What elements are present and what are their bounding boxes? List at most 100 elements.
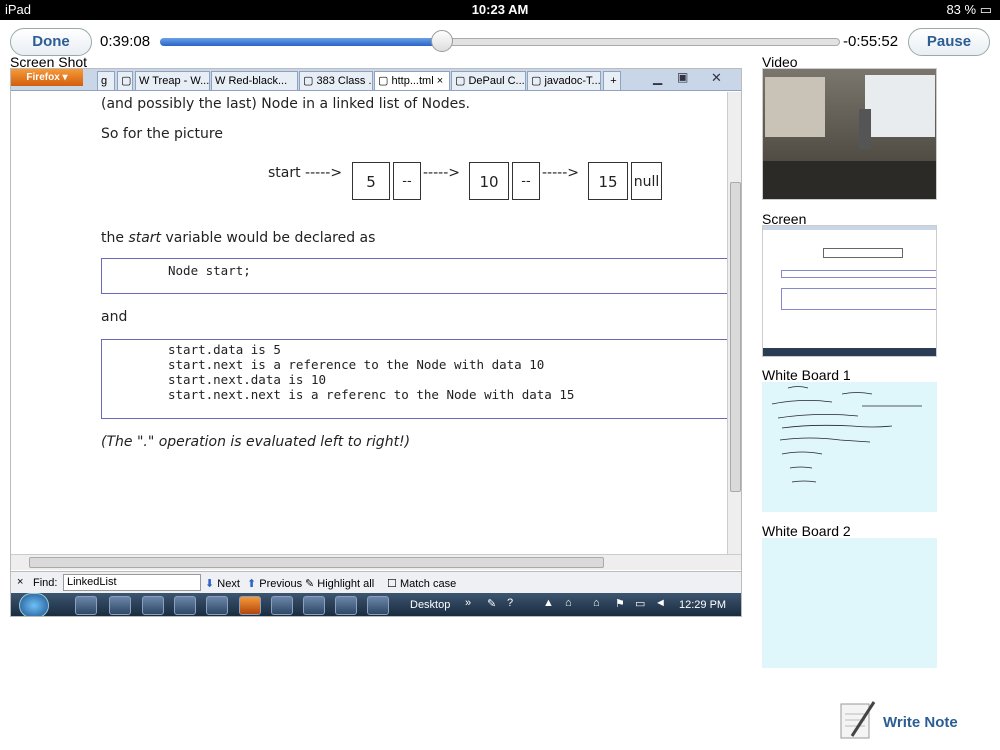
find-next-button[interactable]: ⬇ Next: [205, 577, 240, 590]
tray-icon[interactable]: ⌂: [593, 597, 600, 609]
close-tab-icon[interactable]: ×: [437, 75, 443, 87]
declared-post: variable would be declared as: [161, 230, 376, 246]
whiteboard-1-thumbnail[interactable]: [762, 382, 937, 512]
code-line: Node start;: [168, 263, 251, 278]
tray-icon[interactable]: ⌂: [565, 597, 572, 609]
progress-thumb[interactable]: [431, 30, 453, 52]
thumb-code-box: [781, 270, 936, 278]
status-bar: iPad 10:23 AM 83 % ▭: [0, 0, 1000, 20]
google-tab-icon[interactable]: g: [97, 71, 115, 90]
recorder-icon[interactable]: [271, 596, 293, 615]
desktop-toolbar-label[interactable]: Desktop: [410, 599, 450, 611]
tab-label: Treap - W...: [152, 75, 210, 87]
folder-icon[interactable]: [174, 596, 196, 615]
find-next-label: Next: [217, 578, 240, 590]
elapsed-time: 0:39:08: [100, 33, 151, 50]
screen-thumbnail[interactable]: [762, 225, 937, 357]
screenshot-panel: Firefox ▾ g ▢ W Treap - W... W Red-black…: [10, 68, 742, 617]
tab-treap[interactable]: W Treap - W...: [135, 71, 210, 90]
thumb-nodes: [823, 248, 903, 258]
globe-icon[interactable]: [335, 596, 357, 615]
battery-label: 83 % ▭: [946, 2, 992, 18]
battery-icon: ▭: [979, 2, 992, 17]
start-arrow-label: start ----->: [268, 165, 343, 181]
wiki-icon: W: [139, 75, 150, 87]
tab-javadoc[interactable]: ▢ javadoc-T...: [527, 71, 601, 90]
app-icon[interactable]: [142, 596, 164, 615]
tab-383-class[interactable]: ▢ 383 Class ...: [299, 71, 373, 90]
firefox-menu-button[interactable]: Firefox ▾: [11, 69, 83, 86]
remaining-time: -0:55:52: [843, 33, 899, 50]
tab-label: http...tml: [391, 75, 434, 87]
find-previous-label: Previous: [259, 578, 303, 590]
write-note-icon[interactable]: [838, 698, 878, 742]
write-note-button[interactable]: Write Note: [883, 714, 958, 731]
windows-taskbar: Desktop » ✎ ? ▲ ⌂ ⌂ ⚑ ▭ ◄ 12:29 PM: [11, 593, 741, 616]
tab-active-html[interactable]: ▢ http...tml ×: [374, 71, 450, 90]
document-area: (and possibly the last) Node in a linked…: [11, 92, 727, 554]
wb2-caption: White Board 2: [762, 523, 851, 539]
network-icon[interactable]: [367, 596, 389, 615]
declared-line: the start variable would be declared as: [101, 230, 375, 246]
pen-icon[interactable]: ✎: [487, 597, 496, 610]
node-cell: 5: [352, 162, 390, 200]
clock: 10:23 AM: [471, 2, 529, 17]
find-input[interactable]: LinkedList: [63, 574, 201, 591]
vertical-scroll-thumb[interactable]: [730, 182, 741, 492]
vertical-scrollbar[interactable]: [727, 92, 741, 554]
tab-label: DePaul C...: [468, 75, 525, 87]
code-line: start.next.next is a referenc to the Nod…: [168, 387, 575, 402]
projector-screen-image: [865, 75, 935, 137]
window-close-icon[interactable]: ✕: [711, 70, 722, 86]
whiteboard-2-thumbnail[interactable]: [762, 538, 937, 668]
node-cell: 15: [588, 162, 628, 200]
wiki-icon: W: [215, 75, 226, 87]
tab-label: javadoc-T...: [544, 75, 601, 87]
browser-icon[interactable]: [303, 596, 325, 615]
match-case-checkbox[interactable]: ☐ Match case: [387, 577, 456, 590]
highlighter-icon: ✎: [305, 578, 315, 590]
doc-note: (The "." operation is evaluated left to …: [101, 434, 411, 450]
maximize-icon[interactable]: ▣: [677, 70, 688, 84]
firefox-label: Firefox: [26, 72, 60, 83]
pause-button[interactable]: Pause: [908, 28, 990, 56]
highlight-all-button[interactable]: ✎ Highlight all: [305, 577, 374, 590]
checkbox-icon: ☐: [387, 578, 397, 590]
find-previous-button[interactable]: ⬆ Previous: [247, 577, 302, 590]
monitor-icon[interactable]: ▭: [635, 597, 645, 610]
tray-up-icon[interactable]: ▲: [543, 597, 554, 609]
media-player-icon[interactable]: [109, 596, 131, 615]
thumb-code-box: [781, 288, 936, 310]
wb1-caption: White Board 1: [762, 367, 851, 383]
find-bar: × Find: LinkedList ⬇ Next ⬆ Previous ✎ H…: [11, 571, 741, 593]
tab-red-black[interactable]: W Red-black...: [211, 71, 298, 90]
blank-tab-icon[interactable]: ▢: [117, 71, 133, 90]
volume-icon[interactable]: ◄: [655, 597, 666, 609]
null-cell: null: [631, 162, 662, 200]
doc-line-1: (and possibly the last) Node in a linked…: [101, 96, 470, 112]
start-orb-icon[interactable]: [19, 593, 49, 616]
thumb-taskbar: [763, 348, 936, 356]
code-box-1: Node start;: [101, 258, 727, 294]
done-button[interactable]: Done: [10, 28, 92, 56]
tab-label: 383 Class ...: [316, 75, 373, 87]
more-icon[interactable]: »: [465, 597, 471, 609]
horizontal-scrollbar[interactable]: [11, 554, 741, 570]
firefox-taskbar-icon[interactable]: [239, 596, 261, 615]
horizontal-scroll-thumb[interactable]: [29, 557, 604, 568]
explorer-icon[interactable]: [75, 596, 97, 615]
page-icon: ▢: [455, 75, 466, 87]
page-icon: ▢: [303, 75, 314, 87]
page-icon: ▢: [378, 75, 389, 87]
new-tab-button[interactable]: +: [603, 71, 621, 90]
minimize-icon[interactable]: ▁: [653, 71, 662, 85]
find-close-icon[interactable]: ×: [17, 576, 23, 588]
taskbar-clock: 12:29 PM: [679, 599, 727, 611]
document-icon[interactable]: [206, 596, 228, 615]
lecturer-image: [859, 109, 871, 149]
help-icon[interactable]: ?: [507, 597, 513, 609]
flag-icon[interactable]: ⚑: [615, 597, 625, 610]
tab-depaul[interactable]: ▢ DePaul C...: [451, 71, 526, 90]
thumb-tabbar: [763, 226, 936, 230]
video-thumbnail[interactable]: [762, 68, 937, 200]
